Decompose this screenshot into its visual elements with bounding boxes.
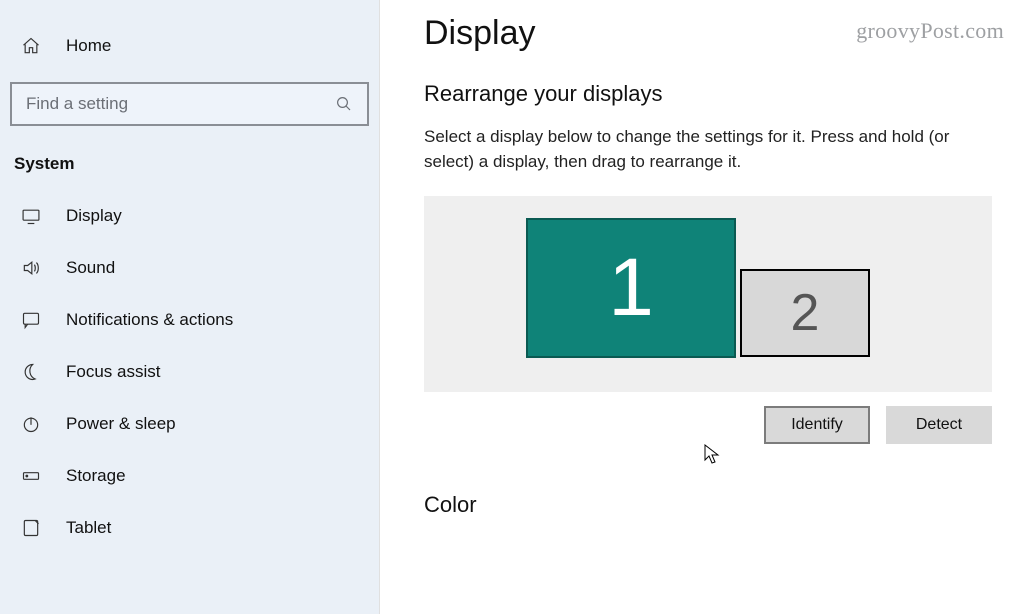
moon-icon xyxy=(20,361,42,383)
settings-app: Home System Display Sound Notifica xyxy=(0,0,1024,614)
rearrange-description: Select a display below to change the set… xyxy=(424,125,992,174)
tablet-icon xyxy=(20,517,42,539)
detect-button[interactable]: Detect xyxy=(886,406,992,444)
display-number: 1 xyxy=(608,241,654,335)
sidebar: Home System Display Sound Notifica xyxy=(0,0,380,614)
sidebar-item-label: Notifications & actions xyxy=(66,310,233,330)
sidebar-item-label: Focus assist xyxy=(66,362,160,382)
display-tile-2[interactable]: 2 xyxy=(740,269,870,357)
sidebar-item-sound[interactable]: Sound xyxy=(0,242,379,294)
sidebar-item-notifications[interactable]: Notifications & actions xyxy=(0,294,379,346)
storage-icon xyxy=(20,465,42,487)
rearrange-title: Rearrange your displays xyxy=(424,81,992,107)
sidebar-item-tablet[interactable]: Tablet xyxy=(0,502,379,554)
sidebar-item-label: Storage xyxy=(66,466,126,486)
sidebar-item-power-sleep[interactable]: Power & sleep xyxy=(0,398,379,450)
search-input[interactable] xyxy=(26,94,335,114)
search-icon xyxy=(335,95,353,113)
power-icon xyxy=(20,413,42,435)
mouse-cursor-icon xyxy=(704,444,720,464)
sidebar-item-label: Power & sleep xyxy=(66,414,176,434)
sidebar-item-storage[interactable]: Storage xyxy=(0,450,379,502)
search-input-container[interactable] xyxy=(10,82,369,126)
watermark-text: groovyPost.com xyxy=(856,18,1004,44)
display-number: 2 xyxy=(791,283,820,343)
sidebar-item-label: Sound xyxy=(66,258,115,278)
sidebar-item-display[interactable]: Display xyxy=(0,190,379,242)
display-arrangement-area[interactable]: 1 2 xyxy=(424,196,992,392)
display-button-row: Identify Detect xyxy=(424,406,992,444)
sidebar-item-label: Display xyxy=(66,206,122,226)
sidebar-home-label: Home xyxy=(66,36,111,56)
sound-icon xyxy=(20,257,42,279)
main-content: groovyPost.com Display Rearrange your di… xyxy=(380,0,1024,614)
sidebar-item-label: Tablet xyxy=(66,518,111,538)
sidebar-item-focus-assist[interactable]: Focus assist xyxy=(0,346,379,398)
sidebar-section-title: System xyxy=(0,146,379,190)
display-icon xyxy=(20,205,42,227)
home-icon xyxy=(20,35,42,57)
display-tile-1[interactable]: 1 xyxy=(526,218,736,358)
sidebar-item-home[interactable]: Home xyxy=(0,20,379,72)
notifications-icon xyxy=(20,309,42,331)
identify-button[interactable]: Identify xyxy=(764,406,870,444)
color-section-title: Color xyxy=(424,492,992,518)
